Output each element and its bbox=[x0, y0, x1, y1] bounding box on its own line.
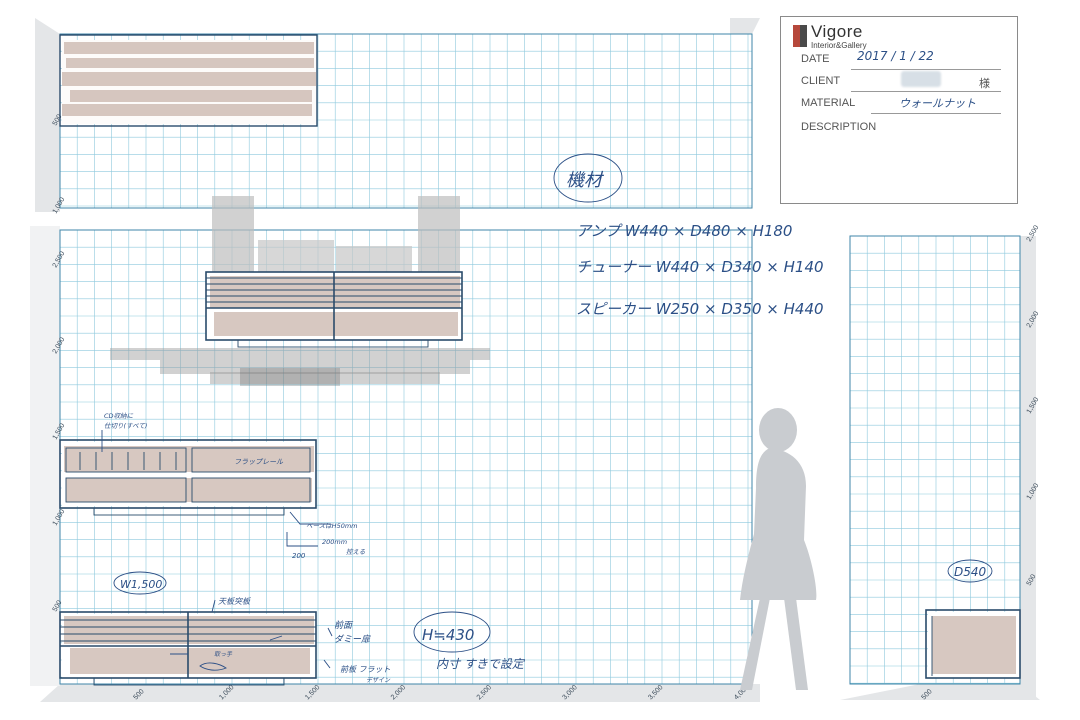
elevation-cabinet-3 bbox=[59, 611, 317, 686]
person-silhouette bbox=[740, 408, 817, 690]
description-label: DESCRIPTION bbox=[801, 121, 877, 133]
elevation-cabinet-1 bbox=[205, 271, 463, 348]
note-flat-1: 前板 フラット bbox=[340, 665, 391, 674]
note-flap: フラップレール bbox=[234, 458, 284, 466]
left-wall-shadow bbox=[30, 226, 60, 686]
note-handle: 取っ手 bbox=[214, 650, 233, 658]
note-amp: アンプ W440 × D480 × H180 bbox=[576, 222, 792, 240]
speaker-left bbox=[212, 196, 254, 272]
floor-shading bbox=[110, 348, 490, 386]
note-interior: 内寸 すきで設定 bbox=[436, 657, 526, 671]
plan-view-cabinet bbox=[59, 34, 318, 127]
top-wall-shadow-right bbox=[730, 18, 760, 34]
amp-block bbox=[258, 240, 334, 272]
note-front-2: ダミー扉 bbox=[334, 634, 371, 645]
audio-equipment bbox=[212, 196, 460, 272]
y-tick-label-right: 2,500 bbox=[1026, 224, 1041, 243]
material-value: ウォールナット bbox=[899, 97, 976, 110]
brand-name: Vigore bbox=[811, 22, 863, 41]
material-label: MATERIAL bbox=[801, 97, 856, 109]
side-view-cabinet bbox=[925, 609, 1021, 679]
note-cd-1: CD収納に bbox=[104, 412, 134, 420]
side-wall-shadow bbox=[1020, 236, 1036, 700]
side-floor-shadow bbox=[840, 684, 1040, 700]
note-width: W1,500 bbox=[120, 578, 162, 591]
note-base-1: ベースはH50mm bbox=[306, 522, 358, 530]
note-tuner: チューナー W440 × D340 × H140 bbox=[576, 258, 824, 276]
date-label: DATE bbox=[801, 53, 830, 65]
drawing-sheet: 500 1,000 1,500 2,000 2,500 3,000 3,500 4,000 50… bbox=[0, 0, 1080, 720]
note-speaker: スピーカー W250 × D350 × H440 bbox=[576, 300, 824, 318]
date-value: 2017 / 1 / 22 bbox=[857, 49, 934, 63]
note-cd-2: 仕切り(すべて) bbox=[104, 422, 147, 430]
material-heading: 機材 bbox=[566, 170, 605, 191]
client-label: CLIENT bbox=[801, 75, 841, 87]
client-suffix: 様 bbox=[979, 78, 990, 90]
note-front-1: 前面 bbox=[334, 620, 354, 631]
note-depth: D540 bbox=[954, 565, 987, 579]
note-base-dim: 200 bbox=[292, 552, 306, 560]
tuner-block bbox=[336, 246, 412, 272]
client-name-redacted bbox=[901, 71, 941, 87]
note-base-2: 200mm bbox=[322, 538, 347, 546]
elevation-cabinet-2 bbox=[59, 439, 317, 516]
brand-logo: Vigore Interior&Gallery bbox=[793, 23, 867, 50]
note-top-board: 天板突板 bbox=[218, 597, 251, 606]
note-base-3: 控える bbox=[346, 548, 366, 556]
note-flat-2: デザイン bbox=[366, 676, 391, 684]
speaker-right bbox=[418, 196, 460, 272]
title-block: Vigore Interior&Gallery DATE 2017 / 1 / … bbox=[780, 16, 1018, 204]
note-height: H≒430 bbox=[422, 626, 474, 644]
door-logo-icon bbox=[793, 25, 807, 47]
